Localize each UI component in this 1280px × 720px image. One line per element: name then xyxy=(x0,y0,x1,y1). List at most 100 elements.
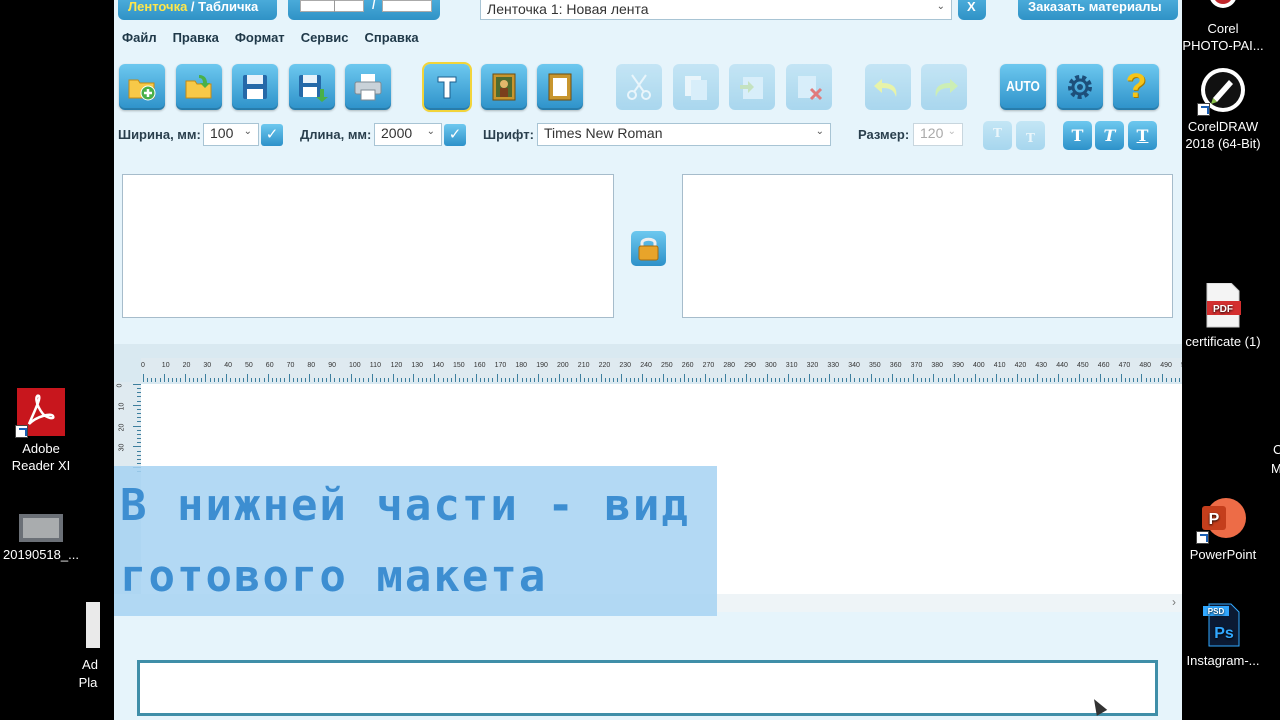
ruler-tick xyxy=(167,378,169,382)
menu-edit[interactable]: Правка xyxy=(173,30,219,50)
text-input-left[interactable] xyxy=(122,174,614,318)
document-select[interactable]: Ленточка 1: Новая лента ⌄ xyxy=(480,0,952,20)
menu-format[interactable]: Формат xyxy=(235,30,285,50)
ruler-tick xyxy=(559,374,560,382)
desktop-icon-corel-photopaint[interactable]: Corel PHOTO-PAI... xyxy=(1178,0,1268,54)
menu-help[interactable]: Справка xyxy=(364,30,418,50)
ruler-tick xyxy=(841,378,843,382)
ruler-tick xyxy=(488,378,490,382)
print-button[interactable] xyxy=(345,64,391,110)
layout-switch[interactable]: / xyxy=(288,0,440,20)
desktop-icon-certificate[interactable]: PDF certificate (1) xyxy=(1178,282,1268,350)
desktop-icon-adobe-reader[interactable]: Adobe Reader XI xyxy=(0,388,86,474)
open-button[interactable] xyxy=(176,64,222,110)
new-button[interactable] xyxy=(119,64,165,110)
ruler-tick xyxy=(554,378,556,382)
ruler-label: 130 xyxy=(411,362,424,369)
size-select[interactable]: 120 ⌄ xyxy=(913,123,963,146)
desktop-icon-coreldraw[interactable]: CorelDRAW 2018 (64-Bit) xyxy=(1178,66,1268,152)
ruler-tick xyxy=(858,378,860,382)
desktop-icon-instagram-psd[interactable]: PSD Ps Instagram-... xyxy=(1178,602,1268,669)
ruler-tick xyxy=(862,378,864,382)
ruler-tick xyxy=(808,374,810,382)
bottom-panel-input[interactable] xyxy=(137,660,1158,716)
ruler-tick xyxy=(471,378,473,382)
ruler-label: 410 xyxy=(993,362,1006,369)
ruler-tick xyxy=(317,378,319,382)
apply-length-button[interactable]: ✓ xyxy=(444,124,466,146)
menu-service[interactable]: Сервис xyxy=(301,30,349,50)
bold-button[interactable]: T xyxy=(1063,121,1092,150)
ruler-tick xyxy=(1112,378,1114,382)
frame-tool-button[interactable] xyxy=(537,64,583,110)
width-select[interactable]: 100 ⌄ xyxy=(203,123,259,146)
ruler-tick xyxy=(363,378,365,382)
ruler-tick xyxy=(962,378,964,382)
close-document-button[interactable]: X xyxy=(958,0,986,20)
save-as-button[interactable] xyxy=(289,64,335,110)
ruler-tick xyxy=(222,378,224,382)
save-icon xyxy=(243,75,267,99)
tab-ribbon[interactable]: Ленточка xyxy=(128,0,187,14)
ruler-tick xyxy=(1145,378,1147,382)
copy-button[interactable] xyxy=(673,64,719,110)
desktop-icon-adobe-player[interactable]: Ad Pla xyxy=(66,602,114,690)
coreldraw-icon xyxy=(1197,66,1247,116)
desktop-icon-image-file[interactable]: 20190518_... xyxy=(0,514,86,563)
ruler-tick xyxy=(696,378,698,382)
ruler-tick xyxy=(663,374,664,382)
ruler-tick xyxy=(1099,374,1101,382)
ruler-tick xyxy=(1091,378,1093,382)
help-button[interactable]: ? xyxy=(1113,64,1159,110)
ruler-label: 180 xyxy=(515,362,528,369)
ruler-tick xyxy=(380,378,382,382)
ruler-tick xyxy=(791,378,793,382)
ruler-tick xyxy=(883,378,885,382)
align-bottom-button[interactable]: T xyxy=(1016,121,1045,150)
ruler-label: 190 xyxy=(536,362,548,369)
mode-tabs[interactable]: Ленточка / Табличка xyxy=(118,0,277,20)
desktop-edge-text: C xyxy=(1273,442,1280,457)
ruler-tick xyxy=(667,378,669,382)
ruler-tick xyxy=(916,378,918,382)
underline-button[interactable]: T xyxy=(1128,121,1157,150)
apply-width-button[interactable]: ✓ xyxy=(261,124,283,146)
ruler-tick xyxy=(746,374,748,382)
undo-button[interactable] xyxy=(865,64,911,110)
ruler-tick xyxy=(529,378,531,382)
ruler-tick xyxy=(133,446,141,448)
italic-button[interactable]: T xyxy=(1095,121,1124,150)
tab-plate[interactable]: Табличка xyxy=(198,0,258,14)
font-select[interactable]: Times New Roman ⌄ xyxy=(537,123,831,146)
settings-button[interactable] xyxy=(1057,64,1103,110)
ruler-tick xyxy=(467,378,469,382)
cut-button[interactable] xyxy=(616,64,662,110)
ruler-tick xyxy=(276,378,278,382)
align-top-button[interactable]: T xyxy=(983,121,1012,150)
ruler-tick xyxy=(1103,378,1105,382)
text-input-right[interactable] xyxy=(682,174,1173,318)
ruler-tick xyxy=(1158,378,1160,382)
ruler-tick xyxy=(305,378,307,382)
delete-button[interactable] xyxy=(786,64,832,110)
length-select[interactable]: 2000 ⌄ xyxy=(374,123,442,146)
ruler-tick xyxy=(259,378,261,382)
ruler-tick xyxy=(209,378,211,382)
ruler-tick xyxy=(288,374,290,382)
text-tool-button[interactable] xyxy=(422,62,472,112)
paste-button[interactable] xyxy=(729,64,775,110)
menu-file[interactable]: Файл xyxy=(122,30,157,50)
ruler-tick xyxy=(479,378,481,382)
desktop-icon-powerpoint[interactable]: P PowerPoint xyxy=(1178,496,1268,563)
ruler-tick xyxy=(771,378,773,382)
redo-button[interactable] xyxy=(921,64,967,110)
save-button[interactable] xyxy=(232,64,278,110)
auto-button[interactable]: AUTO xyxy=(1000,64,1046,110)
ruler-tick xyxy=(1166,378,1168,382)
ruler-label: 280 xyxy=(723,362,736,369)
order-materials-button[interactable]: Заказать материалы xyxy=(1018,0,1178,20)
lock-button[interactable] xyxy=(631,231,666,266)
image-tool-button[interactable] xyxy=(481,64,527,110)
ruler-tick xyxy=(717,378,719,382)
ruler-tick xyxy=(309,374,311,382)
